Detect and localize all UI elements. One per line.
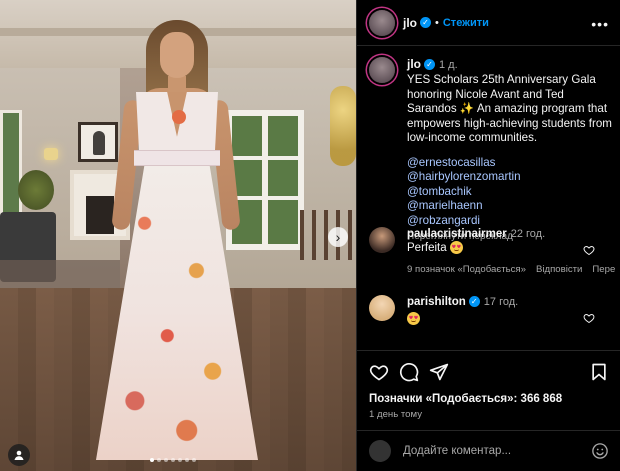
add-comment-input[interactable] xyxy=(403,445,591,457)
like-post-button[interactable] xyxy=(369,362,389,382)
verified-badge-icon: ✓ xyxy=(468,296,480,308)
heart-outline-icon xyxy=(583,313,595,324)
wall-painting xyxy=(78,122,118,162)
post-photo[interactable]: › xyxy=(0,0,356,471)
post-actions: Позначки «Подобається»: 366 868 1 день т… xyxy=(357,350,620,430)
comment-meta: 9 позначок «Подобається» Відповісти Пере xyxy=(407,264,620,275)
author-avatar[interactable] xyxy=(369,9,395,36)
dress-sash xyxy=(134,150,220,166)
separator-dot: • xyxy=(435,16,439,29)
carousel-indicator xyxy=(150,458,196,462)
carousel-dot xyxy=(178,458,182,462)
carousel-next-button[interactable]: › xyxy=(328,227,348,247)
follow-button[interactable]: Стежити xyxy=(443,17,489,29)
add-comment-bar xyxy=(357,430,620,471)
verified-badge-icon: ✓ xyxy=(420,17,431,28)
translate-button[interactable]: Пере xyxy=(592,264,615,275)
reply-button[interactable]: Відповісти xyxy=(536,264,582,275)
caption-author-avatar[interactable] xyxy=(369,57,395,83)
carousel-dot xyxy=(164,458,168,462)
commenter-avatar[interactable] xyxy=(369,295,395,321)
save-post-button[interactable] xyxy=(589,362,609,382)
mention-link[interactable]: @ernestocasillas xyxy=(407,156,613,171)
chandelier xyxy=(330,86,356,166)
woman-neck xyxy=(168,76,186,92)
paper-plane-icon xyxy=(429,363,449,381)
carousel-dot xyxy=(185,458,189,462)
heart-outline-icon xyxy=(583,245,595,256)
like-comment-button[interactable] xyxy=(583,311,595,324)
tagged-people-button[interactable] xyxy=(8,444,30,466)
mention-link[interactable]: @tombachik xyxy=(407,185,613,200)
carousel-dot xyxy=(150,458,154,462)
carousel-dot xyxy=(192,458,196,462)
heart-eyes-emoji-icon xyxy=(407,312,420,326)
comment-bubble-icon xyxy=(399,363,419,382)
current-user-avatar xyxy=(369,440,391,462)
post-time[interactable]: 1 день тому xyxy=(369,409,609,420)
caption-time[interactable]: 1 д. xyxy=(439,59,458,71)
share-post-button[interactable] xyxy=(429,362,449,382)
comment-item: parishilton ✓ 17 год. xyxy=(369,295,620,327)
user-tag-icon xyxy=(14,450,24,460)
caption-username[interactable]: jlo xyxy=(407,57,421,71)
mention-link[interactable]: @marielhaenn xyxy=(407,199,613,214)
author-username[interactable]: jlo xyxy=(403,16,417,30)
plant xyxy=(18,170,54,210)
caption-text: YES Scholars 25th Anniversary Gala honor… xyxy=(407,73,612,144)
post-caption: jlo ✓ 1 д. YES Scholars 25th Anniversary G… xyxy=(369,57,613,242)
glass-door xyxy=(226,110,304,250)
carousel-dot xyxy=(157,458,161,462)
heart-outline-icon xyxy=(369,365,389,381)
post-detail-panel: jlo ✓ • Стежити ••• jlo ✓ 1 д. YES Scholar… xyxy=(356,0,620,471)
woman-face xyxy=(160,32,194,78)
carousel-dot xyxy=(171,458,175,462)
comment-likes-count[interactable]: 9 позначок «Подобається» xyxy=(407,264,526,275)
heart-eyes-emoji-icon xyxy=(449,241,463,255)
emoji-picker-button[interactable] xyxy=(591,442,609,460)
more-options-icon[interactable]: ••• xyxy=(591,16,609,32)
verified-badge-icon: ✓ xyxy=(424,59,435,71)
comment-time[interactable]: 17 год. xyxy=(484,296,518,308)
likes-count[interactable]: Позначки «Подобається»: 366 868 xyxy=(369,393,609,405)
caption-mentions: @ernestocasillas @hairbylorenzomartin @t… xyxy=(407,156,613,229)
comment-item: paulacristinairmer 22 год. Perfeita 9 поз… xyxy=(369,227,620,275)
post-header: jlo ✓ • Стежити ••• xyxy=(357,0,620,46)
commenter-username[interactable]: paulacristinairmer xyxy=(407,228,507,240)
mention-link[interactable]: @hairbylorenzomartin xyxy=(407,170,613,185)
comment-time[interactable]: 22 год. xyxy=(511,228,545,240)
comment-post-button[interactable] xyxy=(399,362,419,382)
smiley-icon xyxy=(592,443,608,459)
commenter-username[interactable]: parishilton xyxy=(407,296,466,308)
commenter-avatar[interactable] xyxy=(369,227,395,253)
dress-flower xyxy=(172,110,186,124)
comments-scroll-area[interactable]: jlo ✓ 1 д. YES Scholars 25th Anniversary G… xyxy=(357,47,620,349)
like-comment-button[interactable] xyxy=(583,243,595,256)
wall-lamp xyxy=(44,148,58,160)
bookmark-icon xyxy=(592,363,606,381)
